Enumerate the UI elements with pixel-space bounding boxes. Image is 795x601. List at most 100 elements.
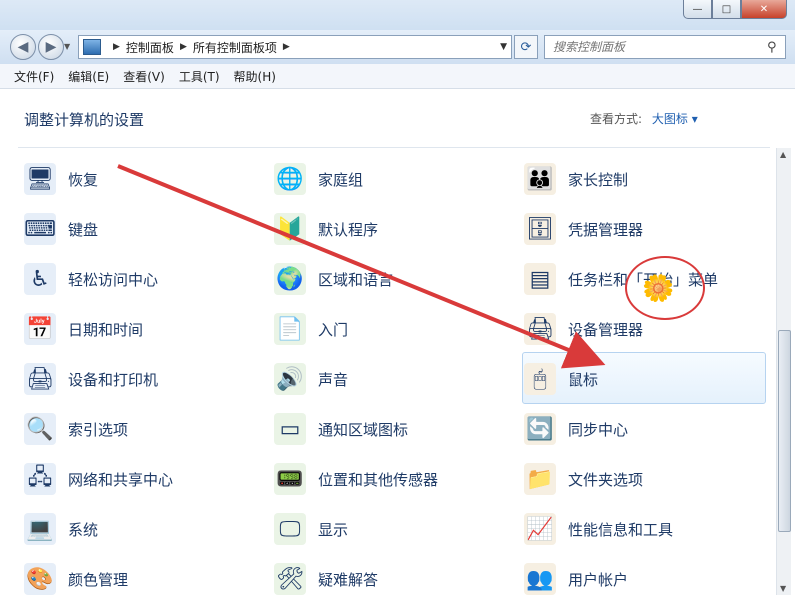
item-label: 位置和其他传感器 — [318, 470, 439, 489]
default-programs-icon: 🔰 — [274, 213, 306, 245]
item-label: 系统 — [68, 520, 99, 539]
menu-view[interactable]: 查看(V) — [123, 68, 165, 85]
address-dropdown-icon[interactable]: ▼ — [500, 42, 507, 52]
credential-manager-icon: 🗄 — [524, 213, 556, 245]
item-parental-control[interactable]: 👪 家长控制 — [524, 157, 628, 201]
breadcrumb-control-panel[interactable]: 控制面板 — [126, 39, 174, 56]
item-sync-center[interactable]: 🔄 同步中心 — [524, 407, 628, 451]
item-troubleshooting[interactable]: 🛠 疑难解答 — [274, 557, 378, 601]
item-device-manager[interactable]: 🖨 设备管理器 — [524, 307, 643, 351]
item-ease-of-access[interactable]: ♿ 轻松访问中心 — [24, 257, 158, 301]
item-sound[interactable]: 🔊 声音 — [274, 357, 348, 401]
troubleshooting-icon: 🛠 — [274, 563, 306, 595]
item-label: 入门 — [318, 320, 349, 339]
history-dropdown-icon[interactable]: ▼ — [64, 42, 70, 51]
chevron-right-icon: ▶ — [282, 42, 290, 52]
item-label: 家庭组 — [318, 170, 364, 189]
item-folder-options[interactable]: 📁 文件夹选项 — [524, 457, 643, 501]
item-label: 用户帐户 — [568, 570, 629, 589]
refresh-icon: ⟳ — [520, 39, 532, 55]
view-by-dropdown[interactable]: 大图标 ▾ — [652, 112, 698, 126]
view-by-label: 查看方式: — [590, 112, 643, 126]
item-notification-area[interactable]: ▭ 通知区域图标 — [274, 407, 408, 451]
item-keyboard[interactable]: ⌨ 键盘 — [24, 207, 98, 251]
item-performance[interactable]: 📈 性能信息和工具 — [524, 507, 673, 551]
item-label: 鼠标 — [568, 370, 599, 389]
item-region-language[interactable]: 🌍 区域和语言 — [274, 257, 393, 301]
item-label: 区域和语言 — [318, 270, 394, 289]
vertical-scrollbar[interactable]: ▲ ▼ — [776, 148, 791, 595]
devices-printers-icon: 🖨 — [24, 363, 56, 395]
item-recovery[interactable]: 🖥 恢复 — [24, 157, 98, 201]
indexing-icon: 🔍 — [24, 413, 56, 445]
item-label: 声音 — [318, 370, 349, 389]
main-content: 调整计算机的设置 查看方式: 大图标 ▾ 🖥 恢复 🌐 家庭组 👪 家长控制 ⌨ 键盘 🔰 默认程… — [0, 89, 795, 598]
folder-options-icon: 📁 — [524, 463, 556, 495]
maximize-button[interactable]: □ — [712, 0, 741, 19]
annotation-circle — [625, 256, 705, 320]
item-location-sensors[interactable]: 📟 位置和其他传感器 — [274, 457, 438, 501]
homegroup-icon: 🌐 — [274, 163, 306, 195]
menu-edit[interactable]: 编辑(E) — [68, 68, 109, 85]
scroll-up-icon[interactable]: ▲ — [780, 150, 786, 159]
item-system[interactable]: 💻 系统 — [24, 507, 98, 551]
item-label: 疑难解答 — [318, 570, 379, 589]
performance-icon: 📈 — [524, 513, 556, 545]
close-button[interactable]: ✕ — [741, 0, 787, 19]
minimize-button[interactable]: — — [683, 0, 712, 19]
item-label: 恢复 — [68, 170, 99, 189]
system-icon: 💻 — [24, 513, 56, 545]
search-icon[interactable]: ⚲ — [767, 40, 785, 55]
sound-icon: 🔊 — [274, 363, 306, 395]
address-bar[interactable]: ▶ 控制面板 ▶ 所有控制面板项 ▶ ▼ — [78, 35, 512, 59]
item-date-time[interactable]: 📅 日期和时间 — [24, 307, 143, 351]
scrollbar-thumb[interactable] — [778, 330, 791, 532]
color-management-icon: 🎨 — [24, 563, 56, 595]
item-label: 日期和时间 — [68, 320, 144, 339]
item-color-management[interactable]: 🎨 颜色管理 — [24, 557, 128, 601]
item-network[interactable]: 🖧 网络和共享中心 — [24, 457, 173, 501]
item-default-programs[interactable]: 🔰 默认程序 — [274, 207, 378, 251]
back-button[interactable]: ◀ — [10, 34, 36, 60]
item-label: 文件夹选项 — [568, 470, 644, 489]
user-accounts-icon: 👥 — [524, 563, 556, 595]
parental-control-icon: 👪 — [524, 163, 556, 195]
scroll-down-icon[interactable]: ▼ — [780, 584, 786, 593]
item-devices-printers[interactable]: 🖨 设备和打印机 — [24, 357, 158, 401]
region-language-icon: 🌍 — [274, 263, 306, 295]
chevron-right-icon: ▶ — [113, 42, 120, 52]
item-label: 设备和打印机 — [68, 370, 159, 389]
item-label: 键盘 — [68, 220, 99, 239]
item-display[interactable]: 🖵 显示 — [274, 507, 348, 551]
menu-bar: 文件(F) 编辑(E) 查看(V) 工具(T) 帮助(H) — [0, 64, 795, 89]
item-label: 凭据管理器 — [568, 220, 644, 239]
item-mouse[interactable]: 🖱 鼠标 — [524, 357, 598, 401]
network-icon: 🖧 — [24, 463, 56, 495]
refresh-button[interactable]: ⟳ — [514, 35, 538, 59]
device-manager-icon: 🖨 — [524, 313, 556, 345]
menu-tools[interactable]: 工具(T) — [179, 68, 220, 85]
forward-button[interactable]: ▶ — [38, 34, 64, 60]
keyboard-icon: ⌨ — [24, 213, 56, 245]
menu-help[interactable]: 帮助(H) — [234, 68, 276, 85]
item-credential-manager[interactable]: 🗄 凭据管理器 — [524, 207, 643, 251]
window-controls: — □ ✕ — [683, 0, 787, 19]
item-label: 性能信息和工具 — [568, 520, 674, 539]
getting-started-icon: 📄 — [274, 313, 306, 345]
title-bar: — □ ✕ — [0, 0, 795, 30]
ease-of-access-icon: ♿ — [24, 263, 56, 295]
search-box[interactable]: ⚲ — [544, 35, 786, 59]
item-homegroup[interactable]: 🌐 家庭组 — [274, 157, 363, 201]
item-label: 轻松访问中心 — [68, 270, 159, 289]
notification-area-icon: ▭ — [274, 413, 306, 445]
breadcrumb-all-items[interactable]: 所有控制面板项 — [193, 39, 277, 56]
item-getting-started[interactable]: 📄 入门 — [274, 307, 348, 351]
menu-file[interactable]: 文件(F) — [14, 68, 54, 85]
item-indexing[interactable]: 🔍 索引选项 — [24, 407, 128, 451]
recovery-icon: 🖥 — [24, 163, 56, 195]
mouse-icon: 🖱 — [524, 363, 556, 395]
search-input[interactable] — [545, 39, 767, 55]
item-user-accounts[interactable]: 👥 用户帐户 — [524, 557, 628, 601]
chevron-right-icon: ▶ — [179, 42, 187, 52]
item-label: 显示 — [318, 520, 349, 539]
